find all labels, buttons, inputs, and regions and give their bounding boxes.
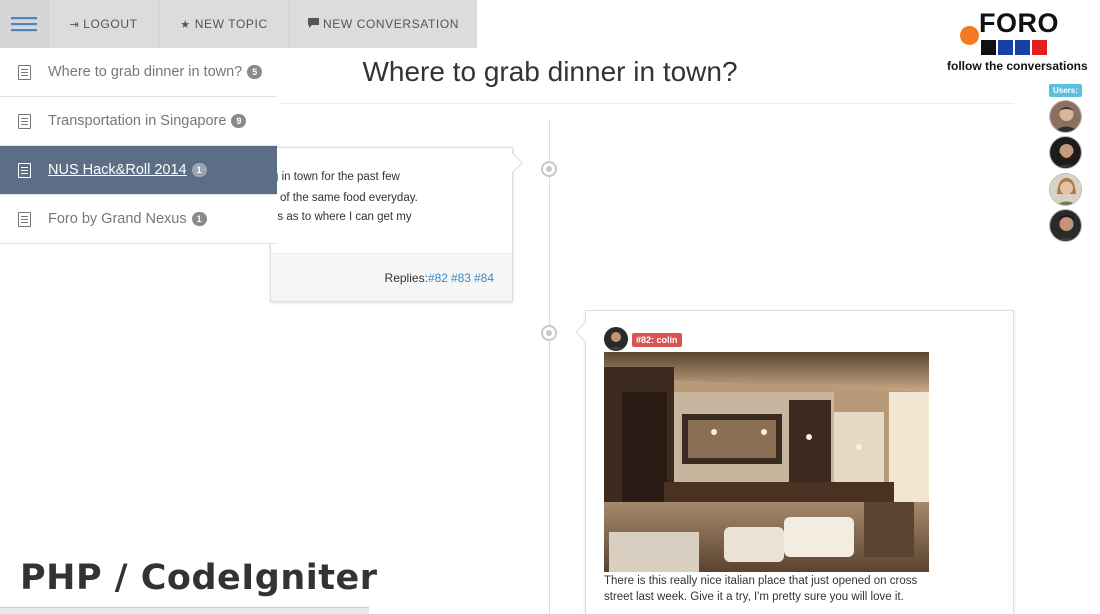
author-avatar[interactable] xyxy=(604,327,628,351)
topic-sidebar: Where to grab dinner in town? 5 Transpor… xyxy=(0,48,277,244)
new-topic-label: NEW TOPIC xyxy=(194,17,268,31)
sidebar-item-hackandroll[interactable]: NUS Hack&Roll 2014 1 xyxy=(0,146,277,195)
title-divider xyxy=(280,103,1014,104)
post-text-line: ns as to where I can get my xyxy=(271,211,412,223)
users-label: Users: xyxy=(1049,84,1082,97)
logout-icon: ⇥ xyxy=(69,18,80,31)
logo-wordmark: FORO xyxy=(979,8,1059,38)
logo-dot xyxy=(960,26,979,45)
sidebar-item-dinner[interactable]: Where to grab dinner in town? 5 xyxy=(0,48,277,97)
count-badge: 5 xyxy=(247,65,263,79)
foro-logo[interactable]: FORO follow the conversations xyxy=(945,8,1088,78)
star-icon: ★ xyxy=(180,18,191,31)
reply-link[interactable]: #83 xyxy=(451,271,471,285)
card-pointer xyxy=(575,322,595,342)
new-topic-button[interactable]: ★ NEW TOPIC xyxy=(159,0,290,48)
count-badge: 1 xyxy=(191,163,207,177)
hamburger-icon xyxy=(11,17,37,32)
timeline-line xyxy=(549,120,550,614)
post-card: #82: colin There is this really nice ita… xyxy=(575,310,1014,614)
author-tag[interactable]: #82: colin xyxy=(632,333,682,347)
sidebar-item-foro[interactable]: Foro by Grand Nexus 1 xyxy=(0,195,277,244)
post-footer: Replies: #82 #83 #84 xyxy=(271,253,512,301)
user-avatar[interactable] xyxy=(1049,136,1082,169)
post-text-line: g in town for the past few xyxy=(272,171,400,183)
replies-label: Replies: xyxy=(384,270,428,285)
logout-button[interactable]: ⇥ LOGOUT xyxy=(49,0,159,48)
document-icon xyxy=(18,162,31,178)
timeline-marker xyxy=(541,325,557,341)
sidebar-item-label: Where to grab dinner in town? xyxy=(48,64,243,80)
user-avatar[interactable] xyxy=(1049,100,1082,133)
sidebar-item-label: NUS Hack&Roll 2014 xyxy=(48,162,187,178)
new-conversation-button[interactable]: NEW CONVERSATION xyxy=(290,0,477,48)
user-avatar[interactable] xyxy=(1049,209,1082,242)
user-avatar[interactable] xyxy=(1049,173,1082,206)
restaurant-photo xyxy=(604,352,929,572)
post-text: There is this really nice italian place … xyxy=(604,575,918,603)
post-card: g in town for the past few k of the same… xyxy=(270,147,523,302)
count-badge: 9 xyxy=(231,114,247,128)
logo-square xyxy=(981,40,996,55)
sidebar-item-transportation[interactable]: Transportation in Singapore 9 xyxy=(0,97,277,146)
logo-tagline: follow the conversations xyxy=(947,59,1088,73)
document-icon xyxy=(18,113,31,129)
post-body: g in town for the past few k of the same… xyxy=(271,148,512,227)
page-title: Where to grab dinner in town? xyxy=(362,56,738,87)
count-badge: 1 xyxy=(191,212,207,226)
chat-bubble-icon xyxy=(307,17,319,31)
browser-status-strip xyxy=(0,607,369,614)
document-icon xyxy=(18,211,31,227)
logo-square xyxy=(1032,40,1047,55)
hamburger-menu-button[interactable] xyxy=(0,0,49,48)
top-toolbar: ⇥ LOGOUT ★ NEW TOPIC NEW CONVERSATION xyxy=(0,0,477,48)
overlay-caption: PHP / CodeIgniter xyxy=(20,558,378,598)
reply-link[interactable]: #82 xyxy=(428,271,448,285)
logo-square xyxy=(1015,40,1030,55)
timeline-marker xyxy=(541,161,557,177)
new-conversation-label: NEW CONVERSATION xyxy=(322,17,460,31)
document-icon xyxy=(18,64,31,80)
post-text-line: k of the same food everyday. xyxy=(271,192,418,204)
logout-label: LOGOUT xyxy=(83,17,138,31)
logo-square xyxy=(998,40,1013,55)
reply-link[interactable]: #84 xyxy=(474,271,494,285)
sidebar-item-label: Transportation in Singapore xyxy=(48,113,227,129)
sidebar-item-label: Foro by Grand Nexus xyxy=(48,211,187,227)
